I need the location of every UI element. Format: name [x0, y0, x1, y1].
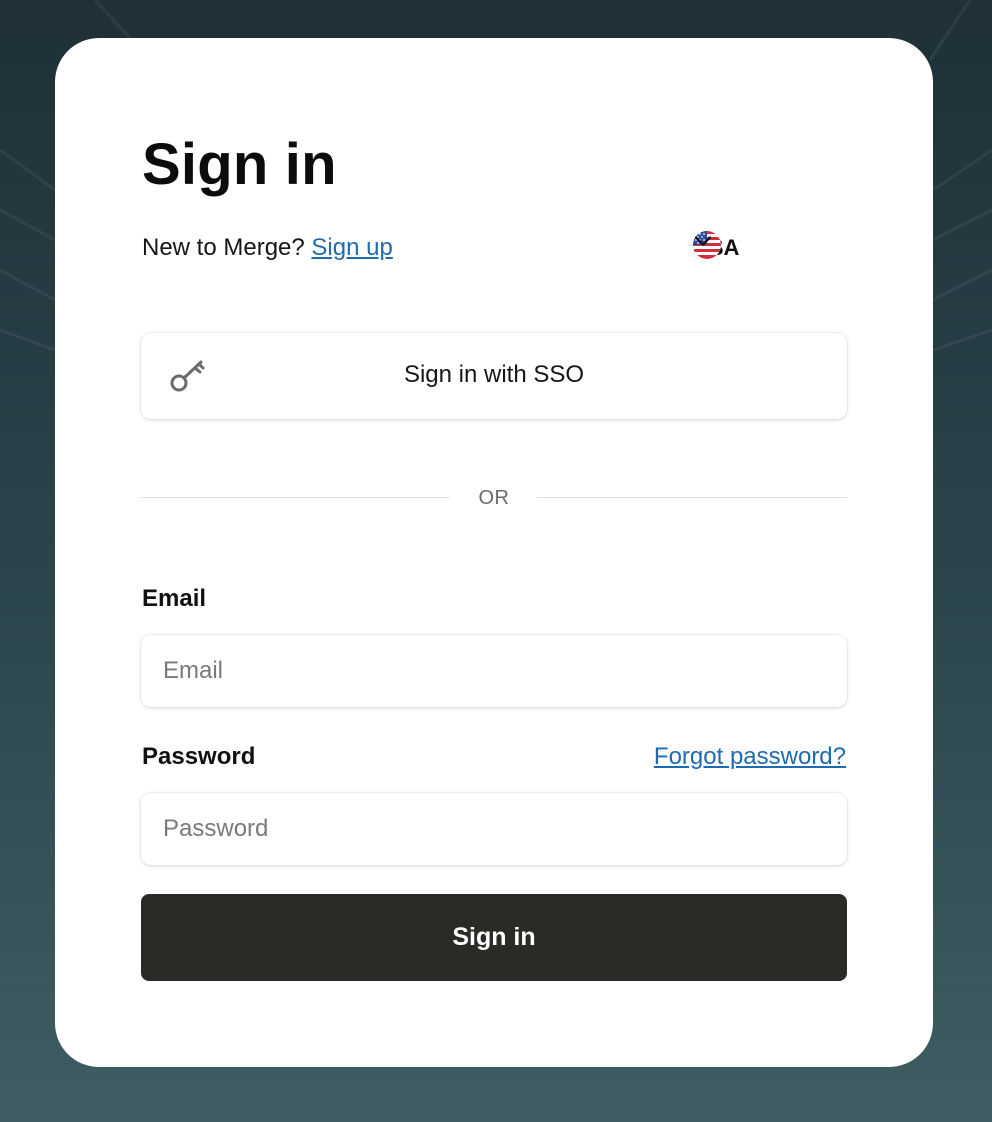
forgot-password-link[interactable]: Forgot password?	[654, 741, 846, 773]
signup-prompt-text: New to Merge?	[142, 234, 312, 261]
password-label: Password	[142, 743, 256, 770]
page-background: Sign in New to Merge? Sign up Sign in wi…	[0, 0, 992, 1122]
divider-line-right	[537, 497, 847, 498]
chevron-down-icon	[694, 236, 712, 246]
email-input[interactable]	[141, 635, 847, 707]
sso-sign-in-button[interactable]: Sign in with SSO	[141, 333, 847, 419]
or-divider: OR	[141, 484, 847, 512]
sign-in-button[interactable]: Sign in	[141, 894, 847, 981]
email-label: Email	[142, 585, 207, 612]
sso-button-label: Sign in with SSO	[403, 361, 585, 388]
sign-up-link[interactable]: Sign up	[311, 234, 392, 261]
sign-in-card: Sign in New to Merge? Sign up Sign in wi…	[55, 38, 933, 1067]
page-title: Sign in	[142, 132, 337, 197]
divider-label: OR	[478, 487, 510, 509]
region-selector[interactable]: USA	[693, 231, 757, 265]
signup-prompt: New to Merge? Sign up	[142, 232, 393, 264]
password-input[interactable]	[141, 793, 847, 865]
